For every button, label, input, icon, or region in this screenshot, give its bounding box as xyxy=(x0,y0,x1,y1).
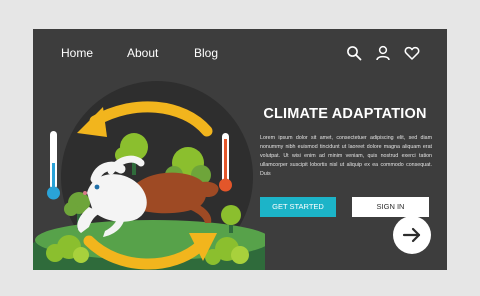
thermometer-cold-icon xyxy=(47,131,60,200)
user-icon[interactable] xyxy=(375,45,391,61)
illustration-panel xyxy=(33,75,265,270)
arrow-right-icon xyxy=(402,227,421,243)
page-title: CLIMATE ADAPTATION xyxy=(263,106,427,122)
next-slide-button[interactable] xyxy=(393,216,431,254)
top-nav: Home About Blog xyxy=(33,29,447,75)
nav-home-link[interactable]: Home xyxy=(61,46,93,60)
hero-description: Lorem ipsum dolor sit amet, consectetuer… xyxy=(260,135,432,177)
sign-in-button[interactable]: SIGN IN xyxy=(352,197,429,217)
heart-icon[interactable] xyxy=(404,45,420,61)
climate-illustration xyxy=(33,81,265,270)
get-started-button[interactable]: GET STARTED xyxy=(260,197,336,217)
nav-about-link[interactable]: About xyxy=(127,46,158,60)
search-icon[interactable] xyxy=(346,45,362,61)
nav-blog-link[interactable]: Blog xyxy=(194,46,218,60)
landing-page: Home About Blog CLIMATE ADAPTATION Lorem… xyxy=(33,29,447,270)
